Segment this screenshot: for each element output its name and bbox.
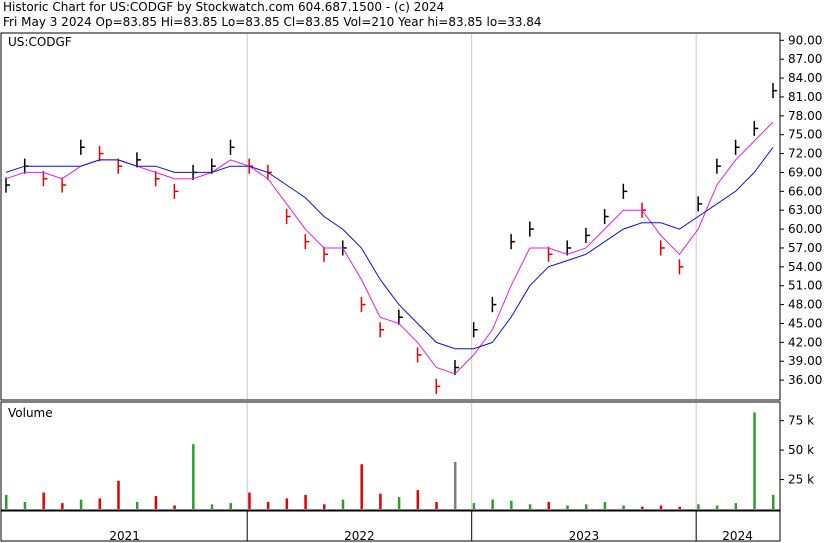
volume-tick-label: 25 k [788,473,814,487]
volume-bar [248,492,251,509]
price-tick-label: 63.00 [788,203,822,217]
year-label: 2024 [722,529,753,543]
volume-bar [603,501,607,509]
volume-bar [472,503,476,509]
volume-bar [584,504,588,509]
price-tick-label: 84.00 [788,71,822,85]
price-tick-label: 48.00 [788,298,822,312]
price-tick-label: 87.00 [788,52,822,66]
year-label: 2021 [109,529,140,543]
short-moving-average-line [5,121,774,375]
volume-bar [659,505,663,509]
volume-bar [98,498,102,509]
price-tick-label: 90.00 [788,33,822,47]
volume-bar [61,503,64,509]
volume-bar [210,504,214,509]
volume-tick-label: 75 k [788,414,814,428]
volume-bar [341,499,345,509]
volume-bar [453,461,457,509]
volume-tick-label: 50 k [788,443,814,457]
volume-bar [528,504,532,509]
price-tick-label: 36.00 [788,373,822,387]
price-tick-label: 75.00 [788,128,822,142]
volume-bar [753,412,756,509]
volume-bar [435,501,438,509]
volume-bar [566,505,569,509]
volume-bar [323,504,326,509]
volume-bar [285,498,289,509]
volume-bar [117,480,120,509]
volume-bar [491,499,494,509]
price-tick-label: 60.00 [788,222,822,236]
price-tick-label: 69.00 [788,165,822,179]
volume-bar [5,494,8,509]
volume-bar [266,501,270,509]
volume-bar [678,506,681,509]
price-tick-label: 66.00 [788,184,822,198]
volume-bar [510,500,513,509]
volume-bar [397,497,401,509]
volume-panel-label: Volume [8,406,53,420]
volume-bar [772,494,775,509]
price-tick-label: 81.00 [788,90,822,104]
volume-bar [641,506,644,509]
volume-bar [416,490,420,509]
price-panel-label: US:CODGF [8,35,72,49]
volume-bar [379,493,382,509]
price-tick-label: 45.00 [788,316,822,330]
price-tick-label: 57.00 [788,241,822,255]
volume-bar [304,494,307,509]
volume-bar [79,499,83,509]
volume-bar [154,496,158,509]
year-label: 2023 [569,529,600,543]
volume-bar [715,505,719,509]
volume-bar [23,501,27,509]
price-tick-label: 51.00 [788,279,822,293]
volume-bar [173,505,176,509]
price-tick-label: 42.00 [788,335,822,349]
volume-bar [547,501,551,509]
volume-bar [734,503,738,509]
price-tick-label: 54.00 [788,260,822,274]
volume-bar [360,464,363,509]
volume-bar [622,505,625,509]
volume-bar [697,504,700,509]
price-tick-label: 78.00 [788,109,822,123]
price-panel [0,32,781,401]
chart-canvas: 90.00 87.00 84.00 81.00 78.00 75.00 72.00 69.00… [0,32,822,543]
price-tick-label: 72.00 [788,147,822,161]
volume-bar [192,444,195,509]
year-label: 2022 [344,529,375,543]
long-moving-average-line [5,147,774,350]
volume-bar [42,492,45,509]
price-tick-label: 39.00 [788,354,822,368]
volume-bar [229,503,232,509]
volume-bar [135,501,139,509]
